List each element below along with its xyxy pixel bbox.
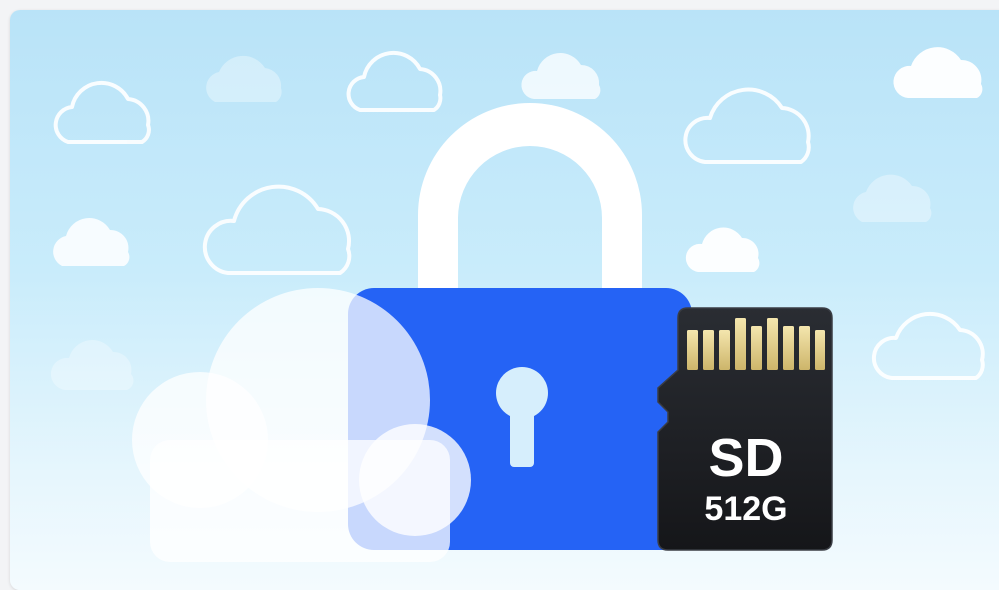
cloud-icon <box>521 53 601 99</box>
padlock-shackle <box>418 103 642 300</box>
sd-card-icon: SD 512G <box>657 307 833 551</box>
cloud-icon <box>685 227 760 272</box>
cloud-icon <box>683 87 811 164</box>
cloud-icon <box>53 218 130 266</box>
cloud-icon <box>53 80 151 144</box>
cloud-icon <box>853 174 932 222</box>
cloud-icon <box>346 50 443 112</box>
cloud-icon <box>893 47 983 98</box>
illustration-card: SD 512G <box>10 10 999 590</box>
cloud-icon <box>206 55 282 102</box>
sd-card-capacity: 512G <box>704 490 787 528</box>
sd-card-label: SD <box>708 428 783 488</box>
cloud-icon <box>871 311 985 380</box>
cloud-icon <box>50 340 134 390</box>
cloud-icon <box>202 184 352 275</box>
cloud-security-illustration: SD 512G <box>50 47 985 562</box>
